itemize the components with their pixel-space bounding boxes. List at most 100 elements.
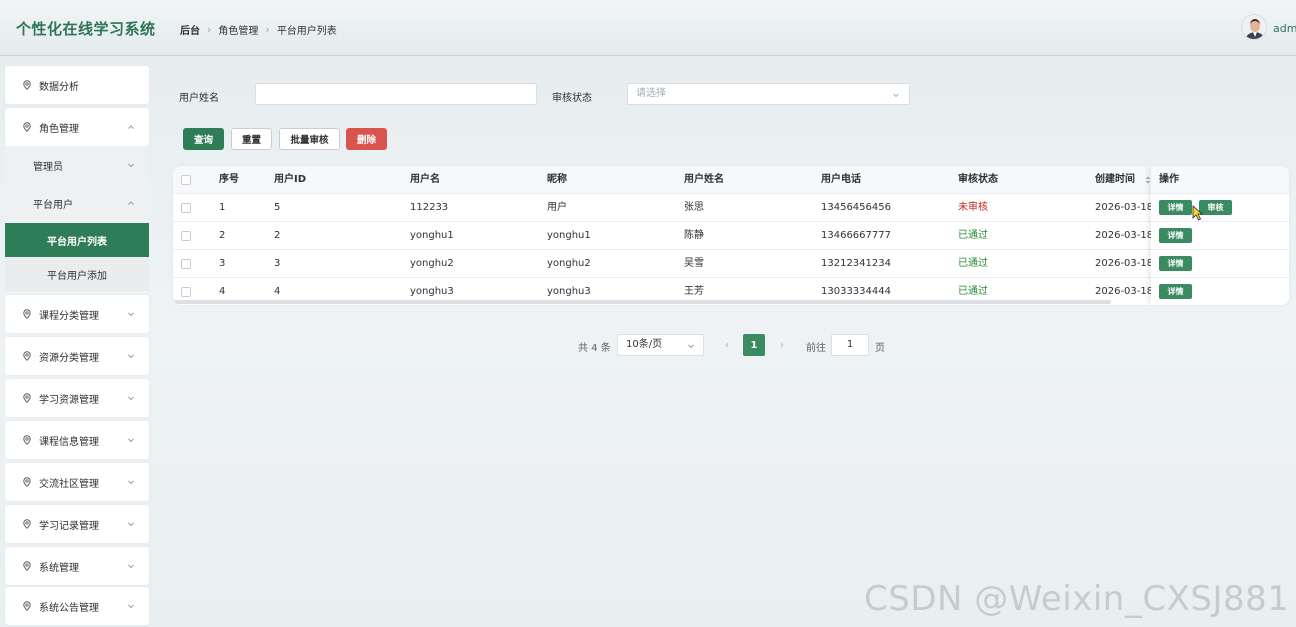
location-pin-icon (23, 80, 31, 90)
chevron-up-icon (128, 125, 134, 129)
sidebar-item-learning-record[interactable]: 学习记录管理 (5, 505, 149, 543)
review-status-select[interactable]: 请选择 (627, 83, 910, 105)
cell-created: 2026-03-18 1 (1095, 202, 1151, 213)
cell-nickname: yonghu1 (547, 230, 591, 241)
table-row[interactable]: 3 3 yonghu2 yonghu2 吴雪 13212341234 已通过 2… (173, 250, 1289, 278)
sidebar-item-label: 课程分类管理 (39, 310, 99, 322)
chevron-down-icon (893, 93, 899, 98)
sidebar-item-data-analysis[interactable]: 数据分析 (5, 66, 149, 104)
sidebar-item-course-info[interactable]: 课程信息管理 (5, 421, 149, 459)
cell-status: 已通过 (958, 258, 988, 269)
sidebar-item-label: 平台用户添加 (47, 270, 107, 282)
sidebar-item-learning-resource[interactable]: 学习资源管理 (5, 379, 149, 417)
sidebar-item-resource-category[interactable]: 资源分类管理 (5, 337, 149, 375)
operation-column-header: 操作 (1151, 166, 1289, 194)
cell-created: 2026-03-18 1 (1095, 230, 1151, 241)
column-header-index: 序号 (219, 174, 239, 185)
review-status-label: 审核状态 (552, 93, 592, 104)
location-pin-icon (23, 477, 31, 487)
sidebar-item-label: 学习资源管理 (39, 394, 99, 406)
cell-status: 已通过 (958, 230, 988, 241)
sidebar-subitem-platform-user[interactable]: 平台用户 (5, 184, 149, 222)
location-pin-icon (23, 309, 31, 319)
detail-button[interactable]: 详情 (1159, 228, 1192, 243)
sidebar-item-label: 系统管理 (39, 562, 79, 574)
sidebar-item-label: 平台用户列表 (47, 236, 107, 248)
cell-username: yonghu2 (410, 258, 454, 269)
row-checkbox[interactable] (181, 203, 191, 213)
detail-button[interactable]: 详情 (1159, 284, 1192, 299)
cell-phone: 13456456456 (821, 202, 891, 213)
cell-index: 3 (219, 258, 226, 269)
page-size-value: 10条/页 (626, 339, 663, 350)
cell-phone: 13466667777 (821, 230, 891, 241)
total-count: 共 4 条 (578, 343, 611, 354)
sidebar-item-course-category[interactable]: 课程分类管理 (5, 295, 149, 333)
table-row[interactable]: 1 5 112233 用户 张思 13456456456 未审核 2026-03… (173, 194, 1289, 222)
user-name-input[interactable] (255, 83, 537, 105)
location-pin-icon (23, 351, 31, 361)
location-pin-icon (23, 601, 31, 611)
column-header-nickname: 昵称 (547, 174, 567, 185)
reset-button[interactable]: 重置 (231, 128, 272, 150)
row-checkbox[interactable] (181, 259, 191, 269)
row-checkbox[interactable] (181, 231, 191, 241)
detail-button[interactable]: 详情 (1159, 200, 1192, 215)
operation-cell: 详情 (1151, 222, 1289, 250)
column-header-user-id: 用户ID (274, 174, 307, 185)
sidebar-item-label: 学习记录管理 (39, 520, 99, 532)
cell-user-id: 2 (274, 230, 281, 241)
cell-real-name: 陈静 (684, 230, 704, 241)
avatar[interactable] (1241, 14, 1267, 40)
sidebar-item-announcement[interactable]: 系统公告管理 (5, 587, 149, 625)
select-placeholder: 请选择 (636, 88, 666, 99)
table-row[interactable]: 2 2 yonghu1 yonghu1 陈静 13466667777 已通过 2… (173, 222, 1289, 250)
next-page-button[interactable]: › (771, 334, 793, 356)
mouse-pointer-icon (1192, 205, 1204, 221)
user-name-label: 用户姓名 (179, 93, 219, 104)
goto-page-input[interactable]: 1 (831, 334, 869, 356)
column-header-created[interactable]: 创建时间 (1095, 166, 1135, 194)
cell-username: 112233 (410, 202, 449, 213)
user-table: 序号 用户ID 用户名 昵称 用户姓名 用户电话 审核状态 创建时间 1 5 1… (173, 166, 1289, 305)
sidebar-item-platform-user-add[interactable]: 平台用户添加 (5, 257, 149, 291)
sidebar-item-platform-user-list[interactable]: 平台用户列表 (5, 223, 149, 257)
column-header-actions: 操作 (1159, 174, 1179, 185)
delete-button[interactable]: 删除 (346, 128, 387, 150)
horizontal-scrollbar[interactable] (173, 300, 1111, 304)
sidebar-item-role-management[interactable]: 角色管理 (5, 108, 149, 146)
page-size-select[interactable]: 10条/页 (617, 334, 704, 356)
detail-button[interactable]: 详情 (1159, 256, 1192, 271)
chevron-down-icon (128, 604, 134, 609)
cell-nickname: 用户 (547, 202, 567, 213)
batch-review-button[interactable]: 批量审核 (279, 128, 340, 150)
breadcrumb-home[interactable]: 后台 (180, 22, 200, 37)
sidebar-item-label: 课程信息管理 (39, 436, 99, 448)
chevron-down-icon (128, 480, 134, 485)
operation-cell: 详情 审核 (1151, 194, 1289, 222)
cell-real-name: 吴雪 (684, 258, 704, 269)
breadcrumb-separator-icon: › (265, 23, 270, 36)
location-pin-icon (23, 122, 31, 132)
chevron-up-icon (128, 201, 134, 205)
location-pin-icon (23, 519, 31, 529)
column-header-phone: 用户电话 (821, 174, 861, 185)
breadcrumb-role-management[interactable]: 角色管理 (218, 22, 258, 37)
query-button[interactable]: 查询 (183, 128, 224, 150)
row-checkbox[interactable] (181, 287, 191, 297)
sidebar-item-community[interactable]: 交流社区管理 (5, 463, 149, 501)
page-number-button[interactable]: 1 (743, 334, 765, 356)
location-pin-icon (23, 561, 31, 571)
chevron-down-icon (128, 564, 134, 569)
sidebar-subitem-admin[interactable]: 管理员 (5, 146, 149, 184)
breadcrumb-separator-icon: › (207, 23, 212, 36)
chevron-down-icon (128, 354, 134, 359)
sidebar-item-label: 资源分类管理 (39, 352, 99, 364)
sidebar-item-label: 角色管理 (39, 123, 79, 135)
sidebar-item-system[interactable]: 系统管理 (5, 547, 149, 585)
user-name[interactable]: adm (1273, 22, 1296, 35)
chevron-down-icon (128, 163, 134, 168)
prev-page-button[interactable]: ‹ (716, 334, 738, 356)
select-all-checkbox[interactable] (181, 175, 191, 185)
sidebar-item-label: 系统公告管理 (39, 602, 99, 614)
